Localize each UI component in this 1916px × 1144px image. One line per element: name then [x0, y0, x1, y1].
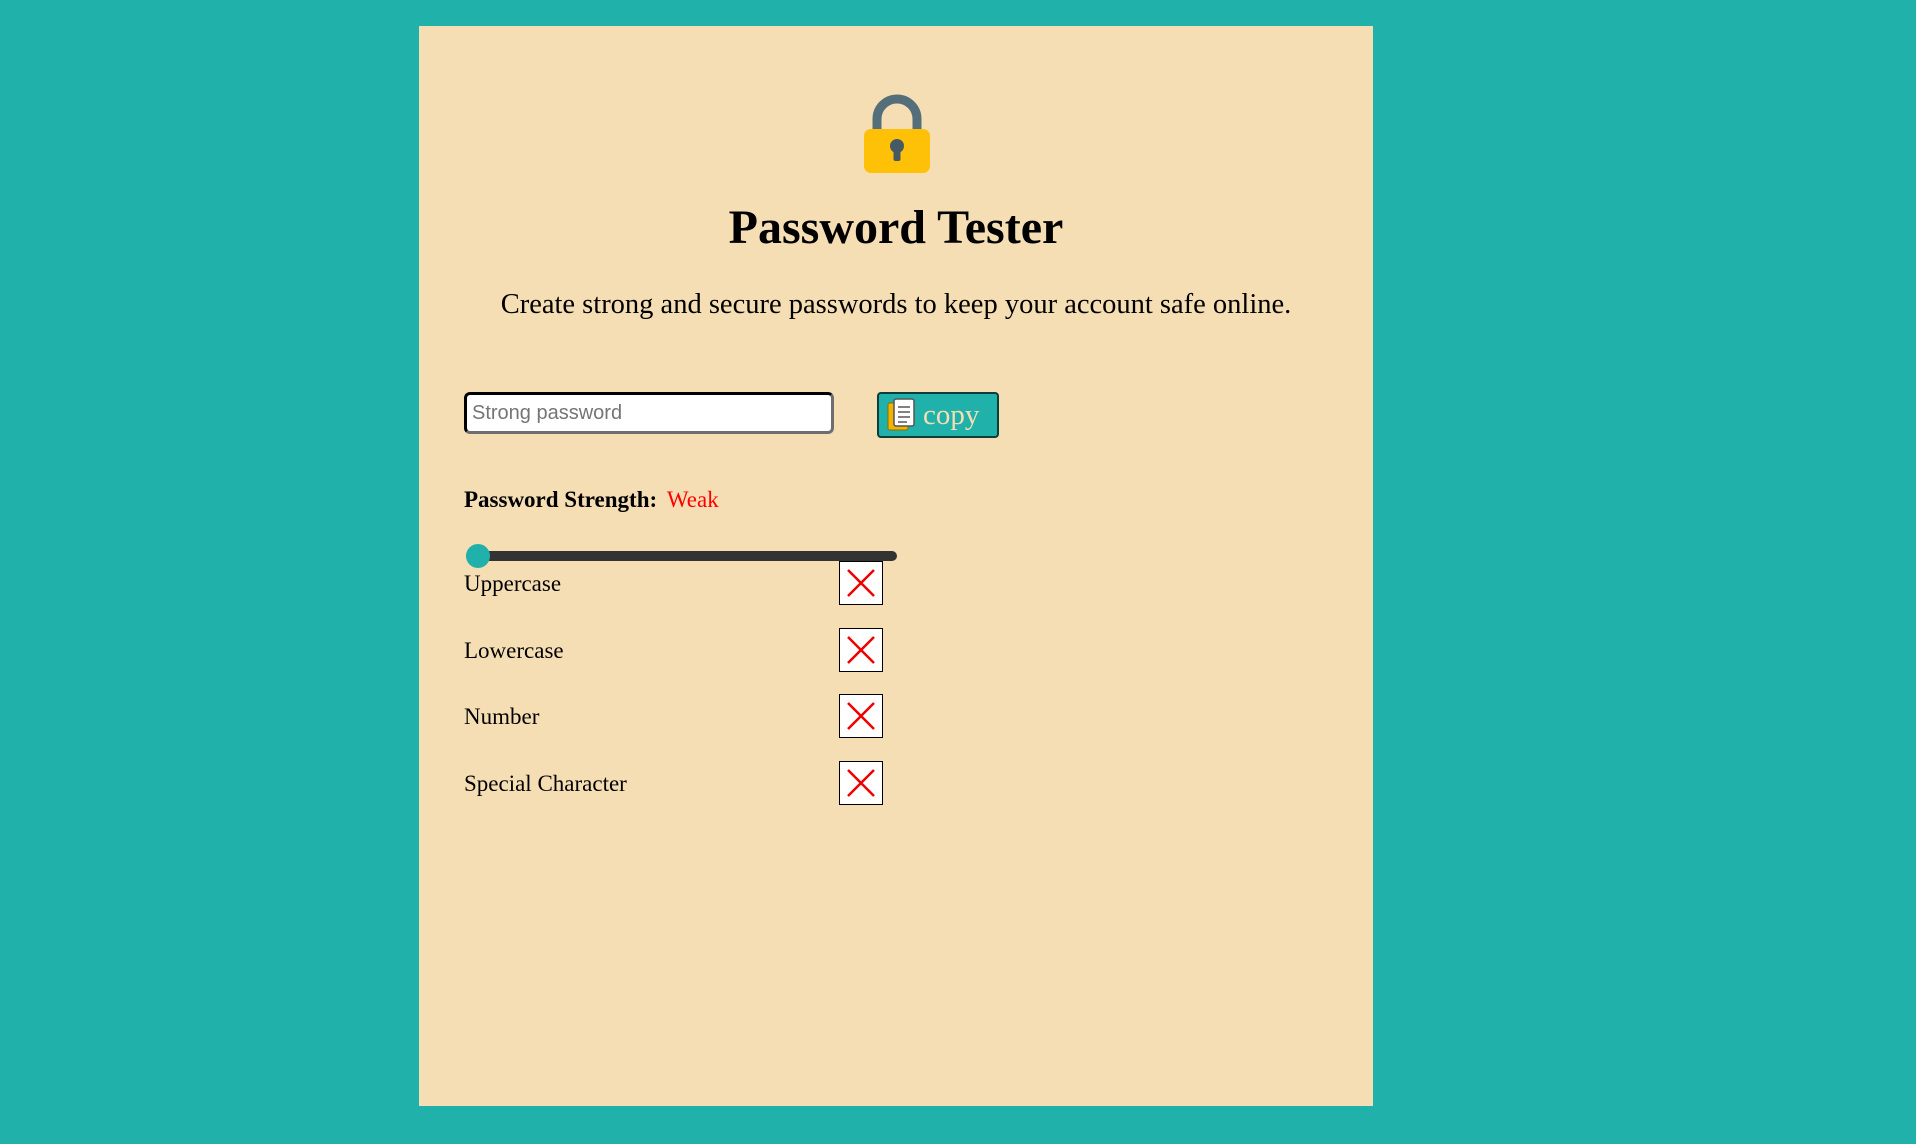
criteria-label: Uppercase: [464, 571, 562, 596]
copy-button-label: copy: [923, 398, 980, 431]
criteria-row-lowercase: Lowercase: [464, 628, 884, 674]
criteria-label: Lowercase: [464, 638, 564, 663]
password-strength: Password Strength: Weak: [464, 488, 719, 511]
page-subtitle: Create strong and secure passwords to ke…: [500, 289, 1292, 320]
clipboard-icon: [887, 398, 915, 431]
lock-icon: [864, 94, 930, 173]
password-input[interactable]: [464, 392, 834, 434]
criteria-label: Special Character: [464, 771, 627, 796]
criteria-row-uppercase: Uppercase: [464, 561, 884, 607]
red-x-icon: [839, 761, 883, 805]
criteria-row-number: Number: [464, 694, 884, 740]
copy-button[interactable]: copy: [877, 392, 999, 438]
password-tester-card: Password Tester Create strong and secure…: [419, 26, 1373, 1106]
page-title: Password Tester: [728, 201, 1064, 254]
red-x-icon: [839, 561, 883, 605]
slider-track: [466, 551, 897, 561]
criteria-label: Number: [464, 704, 540, 729]
strength-value: Weak: [666, 487, 719, 512]
red-x-icon: [839, 694, 883, 738]
red-x-icon: [839, 628, 883, 672]
strength-label: Password Strength:: [464, 487, 658, 512]
criteria-row-special-character: Special Character: [464, 761, 884, 807]
